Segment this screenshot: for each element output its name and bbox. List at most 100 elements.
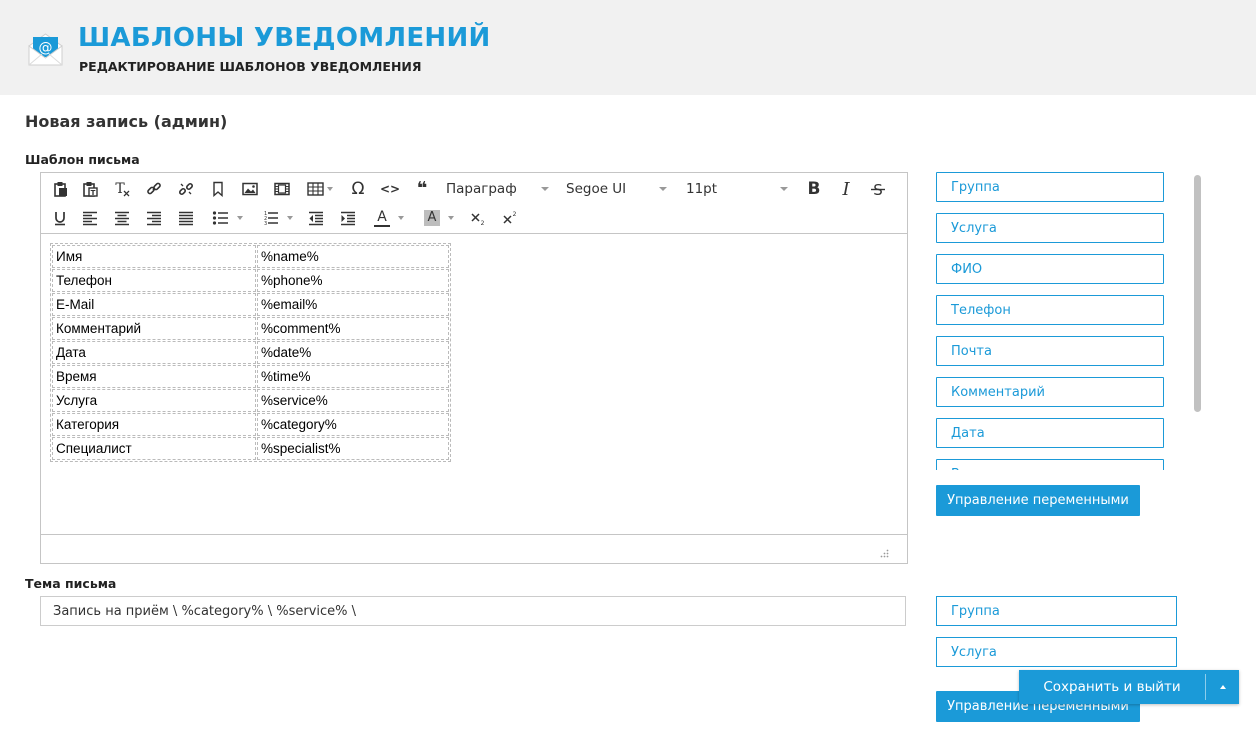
outdent-icon[interactable] [305,206,327,230]
font-size-value: 11pt [686,181,718,197]
table-icon[interactable] [303,177,337,201]
resize-handle-icon[interactable] [879,548,889,558]
strikethrough-icon[interactable]: S [867,177,889,201]
table-row: Имя %name% [52,245,449,268]
table-row: Комментарий %comment% [52,317,449,340]
paste-text-icon[interactable]: T [79,177,101,201]
background-color-icon[interactable]: A [419,206,459,230]
bookmark-icon[interactable] [207,177,229,201]
variable-button[interactable]: Почта [936,336,1164,366]
svg-text:@: @ [39,40,53,56]
table-row: Телефон %phone% [52,269,449,292]
variable-button[interactable]: Время [936,459,1164,470]
variable-button[interactable]: Группа [936,172,1164,202]
field-name-cell[interactable]: E-Mail [52,293,256,316]
subject-var-button-group[interactable]: Группа [936,596,1177,626]
placeholder-cell[interactable]: %comment% [257,317,449,340]
placeholder-cell[interactable]: %time% [257,365,449,388]
indent-icon[interactable] [337,206,359,230]
table-row: Категория %category% [52,413,449,436]
table-row: Специалист %specialist% [52,437,449,460]
field-name-cell[interactable]: Время [52,365,256,388]
save-button-group: Сохранить и выйти [1019,670,1239,704]
editor-statusbar [41,534,907,563]
variable-button[interactable]: Услуга [936,213,1164,243]
chevron-up-icon [1219,685,1226,689]
align-justify-icon[interactable] [175,206,197,230]
manage-variables-button[interactable]: Управление переменными [936,485,1140,516]
variables-scrollbar-thumb[interactable] [1194,175,1201,412]
save-and-exit-button[interactable]: Сохранить и выйти [1019,670,1205,704]
field-name-cell[interactable]: Услуга [52,389,256,412]
placeholder-cell[interactable]: %email% [257,293,449,316]
placeholder-cell[interactable]: %service% [257,389,449,412]
text-color-icon[interactable]: A [369,206,409,230]
superscript-icon[interactable]: 2 [499,206,521,230]
align-center-icon[interactable] [111,206,133,230]
placeholder-cell[interactable]: %specialist% [257,437,449,460]
chevron-down-icon [327,187,333,191]
link-icon[interactable] [143,177,165,201]
italic-icon[interactable]: I [835,177,857,201]
blockquote-icon[interactable]: ❝ [411,176,433,200]
chevron-down-icon [286,216,293,220]
editor-content[interactable]: Имя %name% Телефон %phone% E-Mail %email% Комм… [41,235,907,535]
font-family-value: Segoe UI [566,181,627,197]
numbered-list-icon[interactable]: 123 [257,206,297,230]
field-name-cell[interactable]: Дата [52,341,256,364]
paste-icon[interactable] [49,177,71,201]
subject-field-label: Тема письма [25,576,117,591]
page-header: @ ШАБЛОНЫ УВЕДОМЛЕНИЙ РЕДАКТИРОВАНИЕ ШАБ… [0,0,1256,95]
variable-button[interactable]: Телефон [936,295,1164,325]
field-name-cell[interactable]: Имя [52,245,256,268]
block-format-select[interactable]: Параграф [446,177,549,201]
source-code-icon[interactable]: <> [379,177,401,201]
font-family-select[interactable]: Segoe UI [566,177,667,201]
clear-formatting-icon[interactable]: T [111,177,133,201]
field-name-cell[interactable]: Телефон [52,269,256,292]
table-row: Дата %date% [52,341,449,364]
placeholder-cell[interactable]: %category% [257,413,449,436]
chevron-down-icon [780,187,788,191]
svg-text:T: T [91,189,96,197]
variable-button[interactable]: Комментарий [936,377,1164,407]
field-name-cell[interactable]: Категория [52,413,256,436]
template-field-label: Шаблон письма [25,152,140,167]
variable-button[interactable]: Дата [936,418,1164,448]
rich-text-editor: T T Ω <> ❝ Параграф Segoe UI 11pt B I 1 … [40,172,908,564]
image-icon[interactable] [239,177,261,201]
page-title: ШАБЛОНЫ УВЕДОМЛЕНИЙ [78,23,491,53]
align-left-icon[interactable] [79,206,101,230]
subject-input[interactable]: Запись на приём \ %category% \ %service%… [40,596,906,626]
chevron-down-icon [659,187,667,191]
table-row: E-Mail %email% [52,293,449,316]
subscript-icon[interactable]: 2 [467,206,489,230]
variable-button[interactable]: ФИО [936,254,1164,284]
field-name-cell[interactable]: Комментарий [52,317,256,340]
field-name-cell[interactable]: Специалист [52,437,256,460]
save-options-toggle[interactable] [1206,670,1239,704]
font-size-select[interactable]: 11pt [686,177,788,201]
align-right-icon[interactable] [143,206,165,230]
editor-toolbar: T T Ω <> ❝ Параграф Segoe UI 11pt B I 1 … [41,173,907,234]
placeholder-cell[interactable]: %name% [257,245,449,268]
unlink-icon[interactable] [175,177,197,201]
text-color-glyph: A [374,209,390,227]
table-row: Услуга %service% [52,389,449,412]
chevron-down-icon [236,216,243,220]
subject-var-button-service[interactable]: Услуга [936,637,1177,667]
svg-text:3: 3 [264,221,267,226]
placeholder-cell[interactable]: %phone% [257,269,449,292]
chevron-down-icon [398,216,404,220]
special-char-icon[interactable]: Ω [347,177,369,201]
template-table[interactable]: Имя %name% Телефон %phone% E-Mail %email% Комм… [50,243,451,462]
underline-icon[interactable] [49,206,71,230]
bg-color-glyph: A [424,210,440,226]
placeholder-cell[interactable]: %date% [257,341,449,364]
chevron-down-icon [448,216,454,220]
media-icon[interactable] [271,177,293,201]
bold-icon[interactable]: B [803,177,825,201]
bullet-list-icon[interactable] [207,206,247,230]
template-variables-list: Группа Услуга ФИО Телефон Почта Комментарий Да… [936,172,1206,470]
record-heading: Новая запись (админ) [25,112,228,131]
